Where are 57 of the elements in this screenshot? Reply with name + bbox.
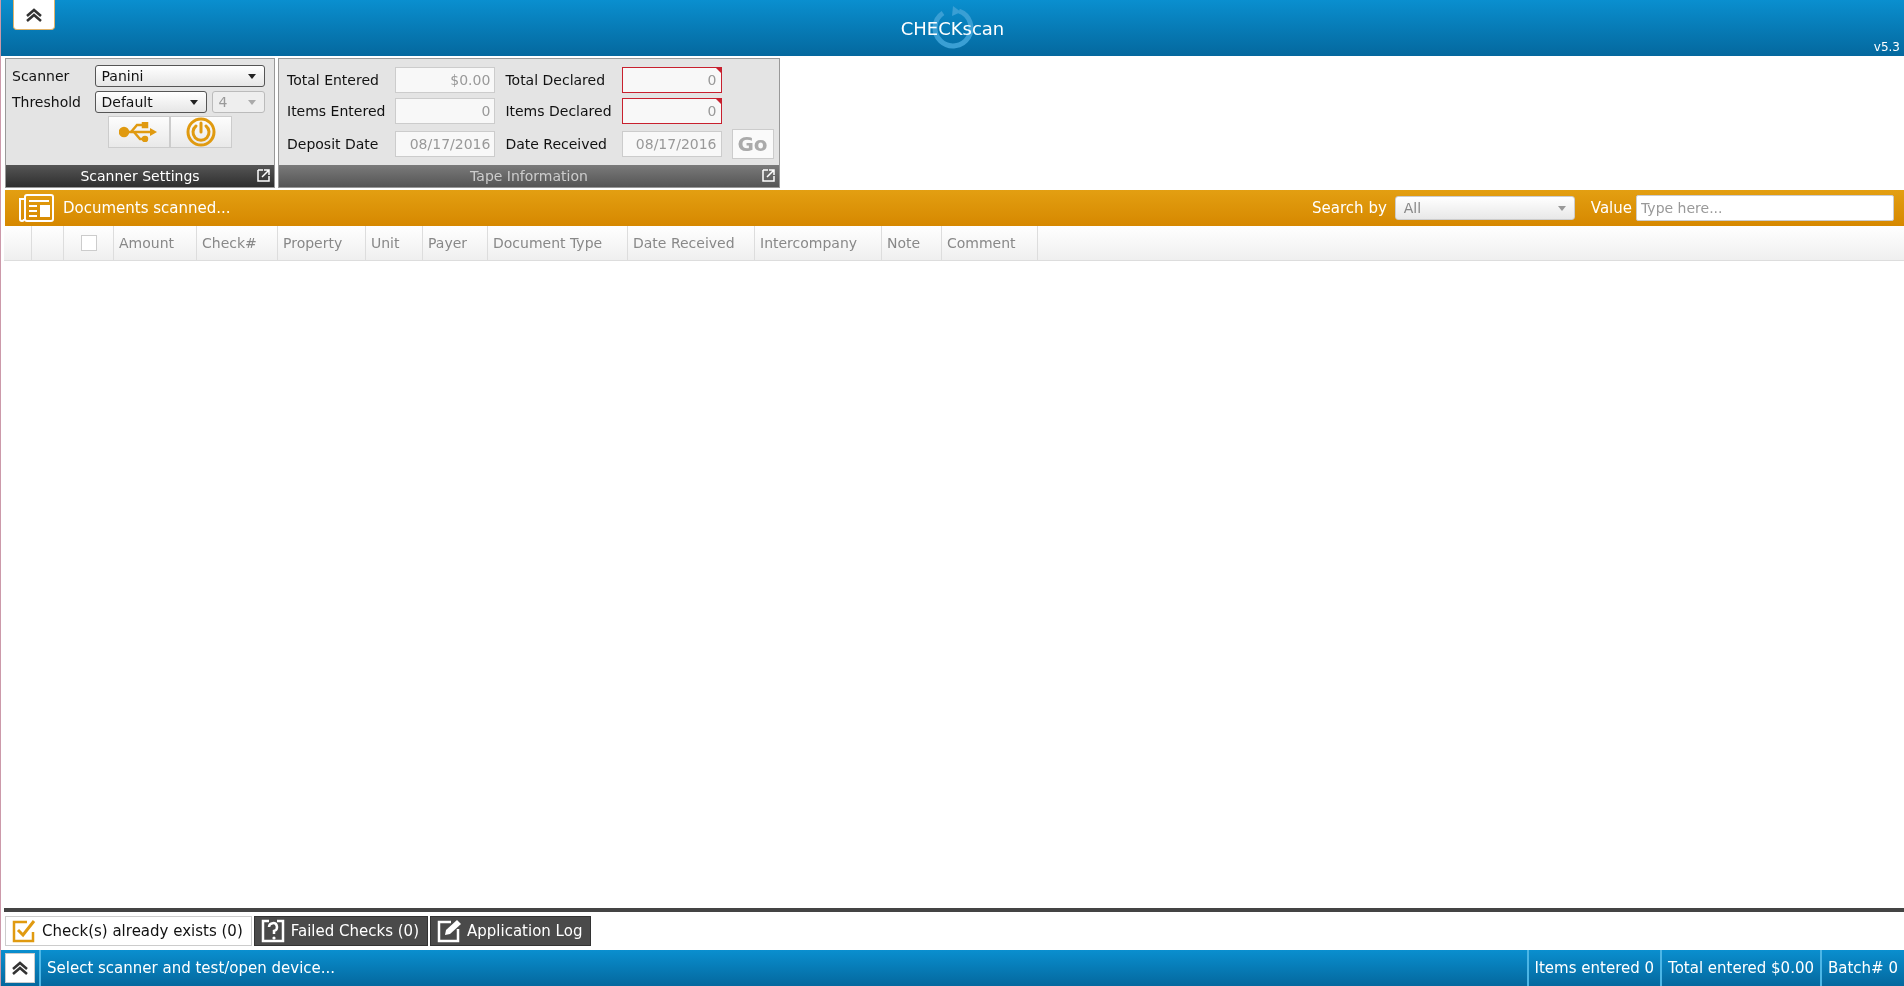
checkbox-icon — [12, 919, 36, 943]
select-all-checkbox[interactable] — [80, 235, 97, 251]
field-label: Total Entered — [287, 72, 380, 88]
collapse-button[interactable] — [13, 0, 55, 30]
status-message: Select scanner and test/open device... — [47, 959, 336, 977]
field-label: Scanner — [12, 68, 71, 84]
documents-icon — [17, 193, 55, 223]
power-button[interactable] — [170, 116, 232, 148]
usb-button[interactable] — [108, 116, 170, 148]
input-field[interactable]: $0.00 — [395, 67, 496, 93]
power-icon — [186, 117, 216, 147]
search-by-dropdown[interactable]: All — [1394, 196, 1575, 220]
column-header[interactable]: Check# — [197, 226, 278, 260]
scanner-dropdown[interactable]: Panini — [94, 65, 265, 87]
status-item: Batch# 0 — [1828, 959, 1898, 977]
app-title: CHECKscan — [900, 17, 1005, 39]
field-label: Search by — [1312, 199, 1387, 217]
input-field[interactable]: 0 — [395, 98, 496, 124]
status-item: Total entered $0.00 — [1668, 959, 1814, 977]
tab[interactable]: Check(s) already exists (0) — [5, 916, 252, 946]
column-header[interactable]: Intercompany — [755, 226, 882, 260]
expand-button[interactable] — [5, 953, 35, 983]
column-header[interactable]: Amount — [114, 226, 197, 260]
threshold-dropdown[interactable]: Default — [94, 91, 207, 113]
column-header[interactable]: Comment — [942, 226, 1038, 260]
search-field[interactable]: Type here... — [1636, 195, 1894, 221]
question-icon — [260, 919, 285, 943]
usb-icon — [119, 122, 159, 142]
column-header[interactable]: Document Type — [488, 226, 628, 260]
chevron-up-icon — [25, 6, 43, 23]
tab[interactable]: Application Log — [430, 916, 592, 946]
column-header[interactable]: Property — [278, 226, 366, 260]
expand-icon — [257, 169, 270, 182]
column-header[interactable]: Payer — [423, 226, 488, 260]
column-header[interactable]: Date Received — [628, 226, 755, 260]
tab[interactable]: Failed Checks (0) — [253, 916, 429, 946]
input-field[interactable]: 0 — [621, 67, 722, 93]
section-title: Documents scanned... — [63, 199, 231, 217]
status-item: Items entered 0 — [1534, 959, 1655, 977]
column-header[interactable]: Unit — [366, 226, 423, 260]
chevron-up-icon — [11, 960, 29, 976]
expand-icon — [762, 169, 775, 182]
column-header[interactable]: Note — [882, 226, 942, 260]
input-field[interactable]: 08/17/2016 — [395, 131, 496, 157]
panel-title: Tape Information — [470, 168, 588, 184]
pencil-icon — [437, 919, 462, 943]
input-field[interactable]: 08/17/2016 — [621, 131, 722, 157]
field-label: Deposit Date — [287, 136, 380, 152]
panel-title: Scanner Settings — [80, 168, 200, 184]
field-label: Threshold — [12, 94, 82, 110]
field-label: Items Declared — [505, 103, 612, 119]
field-label: Date Received — [505, 136, 608, 152]
field-label: Value — [1590, 199, 1632, 217]
field-label: Total Declared — [505, 72, 607, 88]
field-label: Items Entered — [287, 103, 386, 119]
version-label: v5.3 — [1873, 40, 1900, 54]
input-field[interactable]: 0 — [621, 98, 722, 124]
